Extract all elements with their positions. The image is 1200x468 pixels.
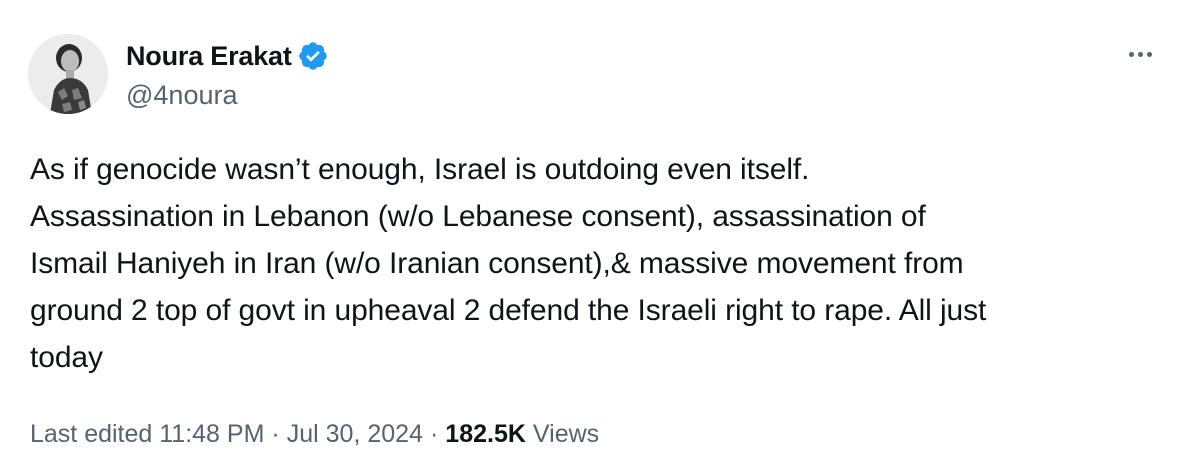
tweet-text: As if genocide wasn’t enough, Israel is … [30, 153, 987, 374]
avatar-photo [28, 34, 108, 114]
views-label: Views [532, 419, 600, 448]
views-count: 182.5K [445, 419, 526, 448]
avatar[interactable] [28, 34, 108, 114]
verified-badge-icon[interactable] [297, 40, 329, 72]
meta-separator: · [271, 419, 280, 448]
more-dot [1128, 51, 1134, 57]
meta-separator: · [429, 419, 439, 448]
tweet-card: Noura Erakat @4noura As if genocide wasn… [0, 0, 1200, 468]
more-dot [1146, 51, 1152, 57]
author-display-name[interactable]: Noura Erakat [126, 41, 292, 72]
more-dot [1137, 51, 1143, 57]
tweet-date[interactable]: Jul 30, 2024 [287, 420, 423, 449]
author-handle[interactable]: @4noura [126, 80, 237, 111]
tweet-meta: Last edited 11:48 PM · Jul 30, 2024 · 18… [30, 416, 599, 452]
more-options-icon[interactable] [1120, 44, 1160, 64]
author-name-row: Noura Erakat [126, 38, 329, 74]
last-edited-timestamp[interactable]: Last edited 11:48 PM [30, 420, 264, 449]
